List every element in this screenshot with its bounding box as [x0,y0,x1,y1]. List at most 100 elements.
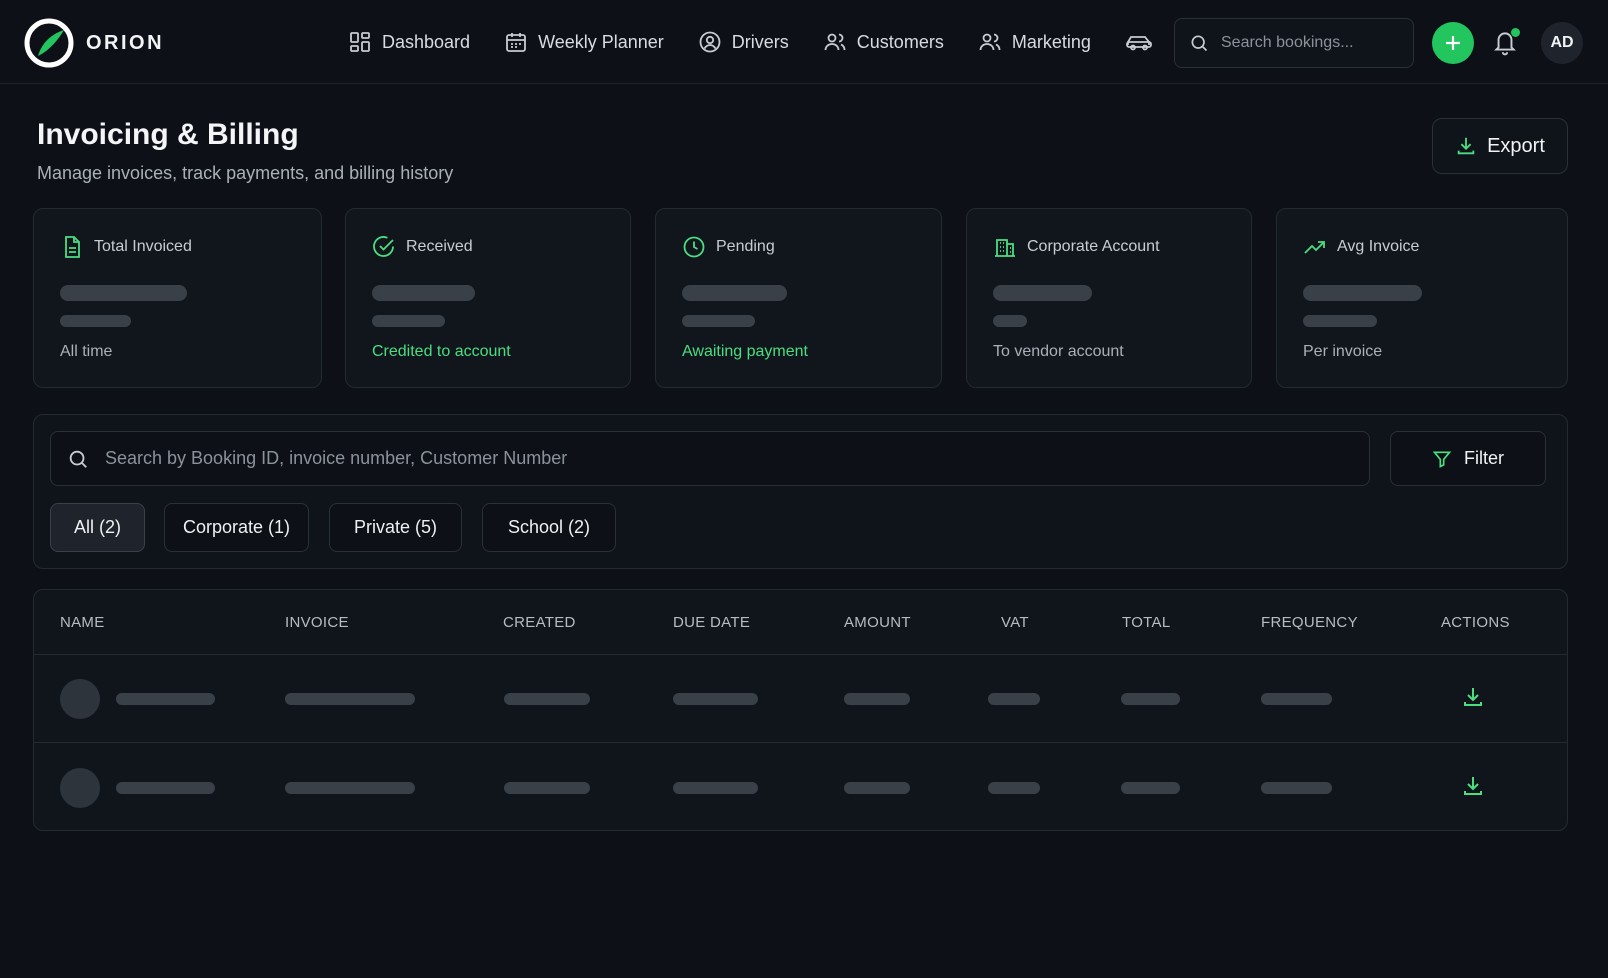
add-button[interactable] [1432,22,1474,64]
total-skeleton [1121,782,1180,794]
download-icon [1464,688,1482,706]
frequency-skeleton [1261,693,1332,705]
building-icon [995,239,1015,257]
stat-card-avg-invoice: Avg Invoice Per invoice [1276,208,1568,388]
page-subtitle: Manage invoices, track payments, and bil… [37,163,454,183]
page-title: Invoicing & Billing [37,118,299,151]
stat-value-skeleton [60,285,187,301]
name-skeleton [116,693,215,705]
nav-item-label: Dashboard [382,31,471,52]
users-icon [824,33,846,51]
invoice-search-input[interactable] [105,448,1305,469]
nav-item-drivers[interactable]: Drivers [698,30,789,54]
notifications-button[interactable] [1492,28,1520,58]
stat-delta-skeleton [993,315,1027,327]
brand-logo[interactable]: ORION [24,18,164,68]
vat-skeleton [988,782,1040,794]
nav-item-vehicles[interactable] [1125,30,1153,54]
clock-icon [683,236,705,258]
amount-skeleton [844,782,910,794]
tab-corporate[interactable]: Corporate (1) [164,503,309,552]
column-header-total[interactable]: TOTAL [1122,614,1170,631]
invoice-skeleton [285,693,415,705]
funnel-icon [1432,451,1452,468]
user-avatar[interactable]: AD [1541,22,1583,64]
nav-item-customers[interactable]: Customers [823,30,944,54]
column-header-invoice[interactable]: INVOICE [285,614,349,631]
stat-label: Received [406,238,473,255]
nav-item-label: Weekly Planner [538,31,664,52]
stat-label: Corporate Account [1027,238,1160,255]
frequency-skeleton [1261,782,1332,794]
booking-search-input[interactable] [1221,34,1401,52]
stat-delta-skeleton [372,315,445,327]
column-header-vat[interactable]: VAT [1001,614,1029,631]
nav-item-dashboard[interactable]: Dashboard [348,30,470,54]
search-icon [69,450,87,468]
export-button[interactable]: Export [1432,118,1568,174]
users-icon [979,33,1001,51]
dashboard-grid-icon [350,32,370,52]
nav-item-label: Marketing [1011,31,1091,52]
stat-label: Avg Invoice [1337,238,1420,255]
stat-caption: Credited to account [372,343,511,360]
top-navigation-bar: ORION Dashboard Weekly Planner Drivers C… [0,0,1608,84]
due-date-skeleton [673,782,758,794]
tab-all[interactable]: All (2) [50,503,145,552]
user-circle-icon [699,31,721,53]
filter-label: Filter [1464,448,1504,468]
column-header-created[interactable]: CREATED [503,614,576,631]
export-label: Export [1487,134,1545,157]
nav-item-weekly-planner[interactable]: Weekly Planner [504,30,664,54]
column-header-due-date[interactable]: DUE DATE [673,614,750,631]
download-invoice-button[interactable] [1461,774,1487,800]
check-circle-icon [373,236,394,257]
stat-value-skeleton [682,285,787,301]
tab-school[interactable]: School (2) [482,503,616,552]
download-icon [1464,777,1482,795]
stat-delta-skeleton [682,315,755,327]
table-row[interactable] [34,744,1567,832]
stat-value-skeleton [372,285,475,301]
stats-cards: Total Invoiced All time Received Credite… [33,208,1568,388]
nav-item-label: Customers [856,31,944,52]
name-skeleton [116,782,215,794]
column-header-actions: ACTIONS [1441,614,1510,631]
created-skeleton [504,693,590,705]
nav-item-marketing[interactable]: Marketing [978,30,1091,54]
download-invoice-button[interactable] [1461,685,1487,711]
stat-card-corporate-account: Corporate Account To vendor account [966,208,1252,388]
search-icon [1191,35,1208,52]
trending-up-icon [1304,241,1325,254]
created-skeleton [504,782,590,794]
download-icon [1457,137,1475,155]
due-date-skeleton [673,693,758,705]
filter-button[interactable]: Filter [1390,431,1546,486]
tab-private[interactable]: Private (5) [329,503,462,552]
total-skeleton [1121,693,1180,705]
column-header-amount[interactable]: AMOUNT [844,614,911,631]
stat-card-total-invoiced: Total Invoiced All time [33,208,322,388]
nav-item-label: Drivers [731,31,789,52]
amount-skeleton [844,693,910,705]
column-header-name[interactable]: NAME [60,614,105,631]
stat-value-skeleton [993,285,1092,301]
stat-card-pending: Pending Awaiting payment [655,208,942,388]
stat-value-skeleton [1303,285,1422,301]
invoice-search[interactable] [50,431,1370,486]
calendar-icon [506,33,526,52]
stat-delta-skeleton [1303,315,1377,327]
table-header: NAME INVOICE CREATED DUE DATE AMOUNT VAT… [34,590,1567,655]
stat-label: Total Invoiced [94,238,192,255]
main-nav: Dashboard Weekly Planner Drivers Custome… [348,0,1171,84]
table-row[interactable] [34,655,1567,743]
car-icon [1125,36,1152,51]
avatar-skeleton [60,768,100,808]
brand-name: ORION [86,31,165,54]
column-header-frequency[interactable]: FREQUENCY [1261,614,1358,631]
filter-panel: Filter All (2) Corporate (1) Private (5)… [33,414,1568,569]
plus-icon [1446,36,1460,50]
invoice-skeleton [285,782,415,794]
booking-search[interactable] [1174,18,1414,68]
avatar-skeleton [60,679,100,719]
